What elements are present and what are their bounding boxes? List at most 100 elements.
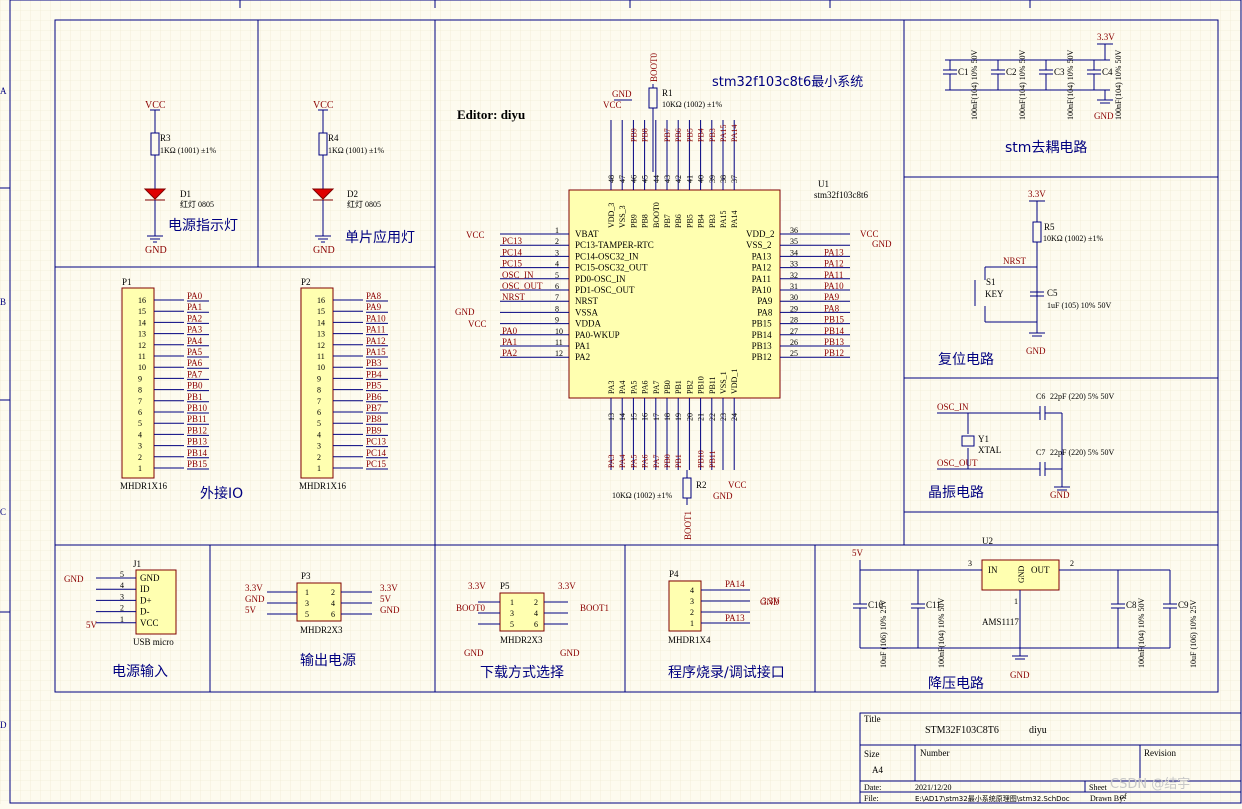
section-title-power-out: 输出电源 (300, 653, 356, 669)
usb-pin-name: VCC (140, 618, 159, 628)
mcu-net-label: PA11 (824, 270, 843, 280)
header-net-label: PC14 (366, 448, 387, 458)
header-net-label: PA15 (366, 347, 386, 357)
usb-pin-number: 3 (120, 592, 124, 601)
usb-pin-name: D- (140, 607, 150, 617)
mcu-pin-name: PA3 (607, 381, 616, 395)
vcc-label: VCC (860, 229, 879, 239)
header-pin-number: 1 (138, 464, 142, 473)
mcu-net-label: PB13 (824, 337, 845, 347)
section-title-swd: 程序烧录/调试接口 (668, 664, 785, 681)
tb-sheet-label: Sheet (1089, 783, 1108, 792)
gnd-label: GND (313, 245, 335, 256)
mcu-pin-number: 30 (790, 293, 798, 302)
regulator-cap-ref: C8 (1126, 600, 1137, 610)
mcu-pin-name: VDD_1 (730, 369, 739, 394)
header-net-label: PB11 (187, 414, 207, 424)
d2-ref: D2 (347, 189, 358, 199)
gnd-label: GND (1094, 111, 1114, 121)
p5-pin-number: 5 (510, 620, 514, 629)
section-title-regulator: 降压电路 (928, 676, 984, 692)
header-pin-number: 16 (138, 296, 146, 305)
header-net-label: PB0 (187, 381, 203, 391)
mcu-pin-number: 7 (555, 293, 559, 302)
u2-pin-gnd: 1 (1014, 597, 1018, 606)
header-pin-number: 3 (317, 442, 321, 451)
p4-pin-number: 2 (690, 608, 694, 617)
usb-pin-name: ID (140, 584, 150, 594)
header-net-label: PB12 (187, 425, 207, 435)
mcu-pin-number: 2 (555, 237, 559, 246)
p3-net-label: GND (380, 605, 400, 615)
r4-ref: R4 (328, 133, 339, 143)
mcu-net-label: PB15 (824, 315, 845, 325)
section-title-power-led: 电源指示灯 (168, 218, 238, 234)
header-pin-number: 5 (317, 419, 321, 428)
r3-value: 1KΩ (1001) ±1% (160, 146, 216, 155)
header-pin-number: 13 (317, 330, 325, 339)
gnd-label: GND (455, 307, 475, 317)
u1-part: stm32f103c8t6 (814, 190, 868, 200)
osc-out-label: OSC_OUT (937, 458, 978, 468)
r4-value: 1KΩ (1001) ±1% (328, 146, 384, 155)
mcu-pin-number: 5 (555, 271, 559, 280)
mcu-pin-number: 44 (652, 175, 661, 183)
section-title-reset: 复位电路 (938, 351, 994, 368)
mcu-pin-number: 40 (697, 175, 706, 183)
mcu-pin-name: PA2 (575, 352, 590, 362)
mcu-net-label: PB9 (629, 128, 638, 142)
decoupling-cap-ref: C4 (1102, 67, 1113, 77)
mcu-net-label: PB7 (663, 128, 672, 142)
mcu-net-label: PA8 (824, 303, 840, 313)
header-net-label: PA5 (187, 347, 203, 357)
nrst-label: NRST (1003, 256, 1027, 266)
r2-ref: R2 (696, 480, 707, 490)
header-net-label: PB8 (366, 414, 382, 424)
header-net-label: PB9 (366, 425, 382, 435)
mcu-net-label: PC14 (502, 247, 523, 257)
header-net-label: PB15 (187, 459, 208, 469)
header-pin-number: 14 (317, 318, 325, 327)
tb-size: A4 (872, 765, 883, 775)
mcu-pin-number: 10 (555, 327, 563, 336)
mcu-net-label: PB0 (663, 454, 672, 468)
section-title-ext-io: 外接IO (200, 485, 243, 502)
mcu-pin-name: VDDA (575, 319, 601, 329)
mcu-pin-name: VDD_3 (607, 203, 616, 228)
vcc-label: VCC (145, 100, 166, 111)
mcu-pin-number: 11 (555, 338, 563, 347)
main-title: stm32f103c8t6最小系统 (712, 75, 863, 90)
mcu-pin-number: 8 (555, 304, 559, 313)
mcu-pin-number: 18 (663, 413, 672, 421)
header-pin-number: 1 (317, 464, 321, 473)
mcu-pin-number: 27 (790, 327, 798, 336)
mcu-net-label: PB6 (674, 128, 683, 142)
mcu-pin-name: BOOT0 (652, 202, 661, 228)
mcu-pin-number: 32 (790, 271, 798, 280)
header-net-label: PA10 (366, 313, 386, 323)
header-pin-number: 2 (138, 453, 142, 462)
p5-pin-number: 6 (534, 620, 538, 629)
usb-pin-number: 1 (120, 615, 124, 624)
mcu-pin-number: 20 (685, 413, 694, 421)
mcu-net-label: PA2 (502, 348, 517, 358)
p4-net-label: PA14 (725, 579, 745, 589)
mcu-pin-number: 33 (790, 260, 798, 269)
regulator-cap-value: 100nF(104) 10% 50V (937, 598, 946, 668)
mcu-net-label: PA9 (824, 292, 840, 302)
j1-ref: J1 (133, 559, 141, 569)
u2-part: AMS1117 (982, 617, 1019, 627)
mcu-net-label: PA14 (730, 125, 739, 143)
mcu-net-label: PB11 (708, 451, 717, 469)
p3-pin-number: 5 (305, 610, 309, 619)
mcu-pin-number: 42 (674, 175, 683, 183)
tb-file-label: File: (864, 794, 879, 803)
p3-net-label: 3.3V (380, 583, 398, 593)
c7-ref: C7 (1036, 448, 1045, 457)
usb-pin-number: 2 (120, 604, 124, 613)
mcu-net-label: PC13 (502, 236, 523, 246)
p3-pin-number: 3 (305, 599, 309, 608)
header-pin-number: 7 (138, 397, 142, 406)
mcu-pin-number: 22 (708, 413, 717, 421)
decoupling-cap-value: 100nF(104) 10% 50V (1018, 50, 1027, 120)
